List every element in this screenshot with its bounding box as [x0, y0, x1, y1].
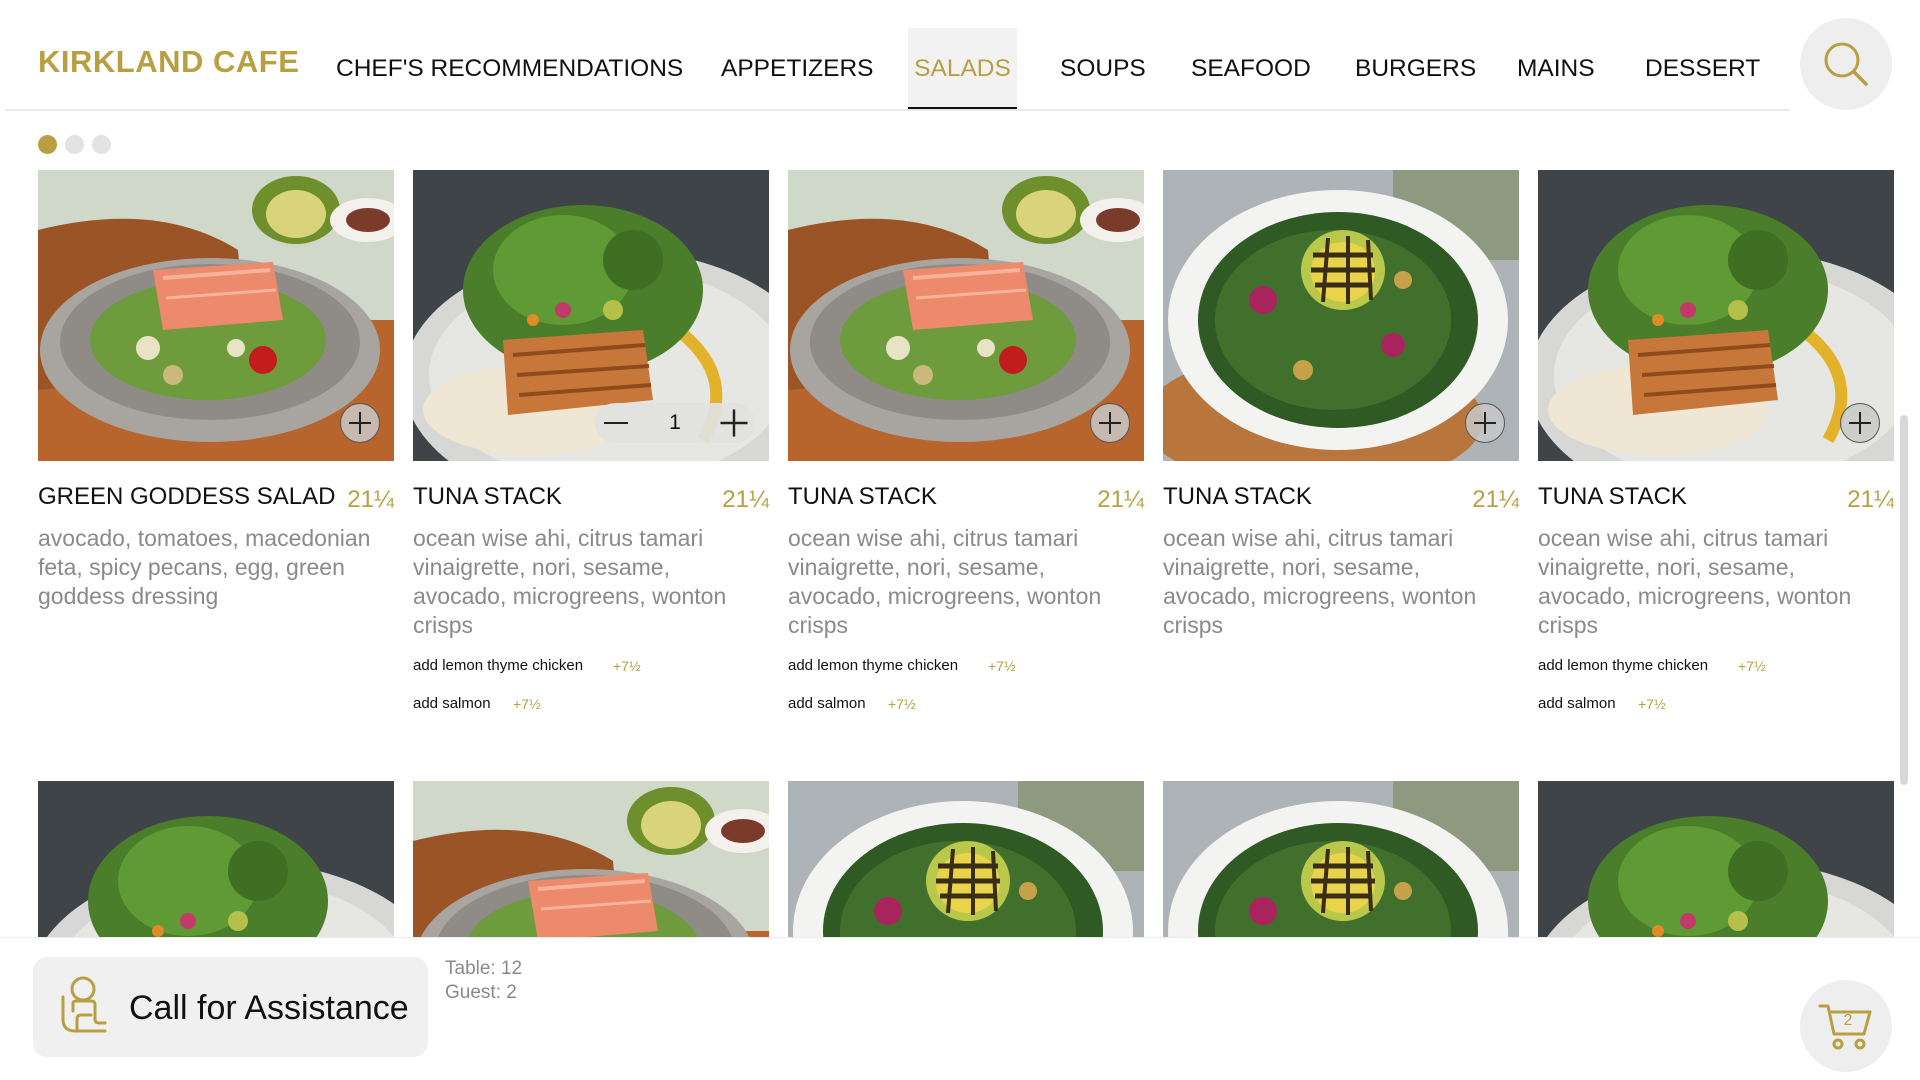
plus-icon — [1474, 412, 1496, 434]
kale-avocado-salad-image — [1163, 781, 1519, 938]
cart-button[interactable]: 2 — [1800, 980, 1892, 1072]
menu-item-photo — [788, 781, 1144, 938]
menu-item-card[interactable] — [38, 781, 394, 938]
menu-item-photo — [1163, 781, 1519, 938]
menu-item-card[interactable]: TUNA STACK 21¼ ocean wise ahi, citrus tama… — [788, 170, 1144, 730]
call-assistance-button[interactable]: Call for Assistance — [33, 957, 428, 1057]
addon-price: +7½ — [1738, 658, 1766, 674]
menu-item-photo — [1538, 781, 1894, 938]
plus-icon — [1099, 412, 1121, 434]
menu-item-card[interactable] — [788, 781, 1144, 938]
menu-item-price: 21¼ — [1472, 486, 1519, 513]
menu-item-description: ocean wise ahi, citrus tamari vinaigrett… — [788, 525, 1102, 638]
menu-item-price: 21¼ — [1847, 486, 1894, 513]
addon-option[interactable]: add lemon thyme chicken — [413, 657, 583, 674]
tab-burgers[interactable]: BURGERS — [1355, 28, 1476, 110]
menu-item-description: ocean wise ahi, citrus tamari vinaigrett… — [1163, 525, 1477, 638]
menu-item-card[interactable]: TUNA STACK 21¼ ocean wise ahi, citrus tama… — [1163, 170, 1519, 730]
menu-item-name: TUNA STACK — [1538, 483, 1687, 510]
tab-dessert[interactable]: DESSERT — [1645, 28, 1760, 110]
addon-option[interactable]: add salmon — [1538, 695, 1616, 712]
menu-item-description: ocean wise ahi, citrus tamari vinaigrett… — [1538, 525, 1852, 638]
menu-item-card[interactable]: TUNA STACK 21¼ ocean wise ahi, citrus tama… — [1538, 170, 1894, 730]
plus-icon — [349, 412, 371, 434]
table-info: Table: 12 Guest: 2 — [445, 957, 522, 1005]
add-to-cart-button[interactable] — [1090, 403, 1130, 443]
tab-mains[interactable]: MAINS — [1517, 28, 1595, 110]
menu-item-photo — [413, 781, 769, 938]
chicken-salad-image — [38, 781, 394, 938]
menu-item-description: ocean wise ahi, citrus tamari vinaigrett… — [413, 525, 727, 638]
menu-item-card[interactable] — [1538, 781, 1894, 938]
menu-item-name: TUNA STACK — [788, 483, 937, 510]
cart-count: 2 — [1843, 1012, 1853, 1029]
plus-icon — [1849, 412, 1871, 434]
add-to-cart-button[interactable] — [340, 403, 380, 443]
bottom-bar: Call for Assistance Table: 12 Guest: 2 2 — [0, 938, 1920, 1080]
scrollbar-thumb[interactable] — [1900, 415, 1908, 785]
menu-item-photo — [1538, 170, 1894, 461]
brand-logo: KIRKLAND CAFE — [38, 44, 300, 79]
decrease-button[interactable] — [600, 407, 632, 439]
menu-item-name: TUNA STACK — [413, 483, 562, 510]
top-bar: KIRKLAND CAFE CHEF'S RECOMMENDATIONS APPE… — [0, 0, 1920, 111]
menu-item-card[interactable]: 1 TUNA STACK 21¼ ocean wise ahi, citrus tam… — [413, 170, 769, 730]
menu-item-photo — [38, 781, 394, 938]
menu-item-card[interactable] — [1163, 781, 1519, 938]
addon-price: +7½ — [888, 696, 916, 712]
tab-seafood[interactable]: SEAFOOD — [1191, 28, 1311, 110]
addon-option[interactable]: add lemon thyme chicken — [1538, 657, 1708, 674]
tab-salads[interactable]: SALADS — [908, 28, 1017, 110]
call-assistance-label: Call for Assistance — [129, 989, 409, 1027]
menu-item-name: GREEN GODDESS SALAD — [38, 483, 336, 510]
carousel-dot[interactable] — [92, 135, 111, 154]
quantity-stepper[interactable]: 1 — [595, 403, 755, 443]
carousel-dot[interactable] — [65, 135, 84, 154]
menu-item-photo — [38, 170, 394, 461]
guest-count: Guest: 2 — [445, 982, 517, 1003]
menu-item-description: avocado, tomatoes, macedonian feta, spic… — [38, 525, 371, 609]
kale-avocado-salad-image — [788, 781, 1144, 938]
salmon-salad-image — [413, 781, 769, 938]
search-icon — [1824, 42, 1868, 86]
addon-price: +7½ — [1638, 696, 1666, 712]
carousel-dot[interactable] — [38, 135, 57, 154]
menu-item-card[interactable] — [413, 781, 769, 938]
table-number: Table: 12 — [445, 958, 523, 979]
search-button[interactable] — [1800, 18, 1892, 110]
person-assist-icon — [61, 976, 107, 1033]
add-to-cart-button[interactable] — [1840, 403, 1880, 443]
addon-price: +7½ — [988, 658, 1016, 674]
minus-icon — [604, 422, 628, 424]
addon-option[interactable]: add lemon thyme chicken — [788, 657, 958, 674]
menu-item-photo: 1 — [413, 170, 769, 461]
menu-item-price: 21¼ — [1097, 486, 1144, 513]
menu-item-photo — [788, 170, 1144, 461]
tab-chef-s-recommendations[interactable]: CHEF'S RECOMMENDATIONS — [336, 28, 683, 110]
addon-price: +7½ — [513, 696, 541, 712]
tab-soups[interactable]: SOUPS — [1060, 28, 1146, 110]
header-divider — [5, 109, 1790, 111]
addon-price: +7½ — [613, 658, 641, 674]
chicken-salad-image — [1538, 781, 1894, 938]
addon-option[interactable]: add salmon — [413, 695, 491, 712]
quantity-value: 1 — [669, 411, 681, 434]
plus-icon — [720, 409, 748, 437]
app-root: KIRKLAND CAFE CHEF'S RECOMMENDATIONS APPE… — [0, 0, 1920, 1080]
tab-appetizers[interactable]: APPETIZERS — [721, 28, 873, 110]
addon-option[interactable]: add salmon — [788, 695, 866, 712]
menu-item-name: TUNA STACK — [1163, 483, 1312, 510]
increase-button[interactable] — [718, 407, 750, 439]
menu-item-price: 21¼ — [347, 486, 394, 513]
menu-item-price: 21¼ — [722, 486, 769, 513]
menu-item-card[interactable]: GREEN GODDESS SALAD 21¼ avocado, tomatoes,… — [38, 170, 394, 730]
add-to-cart-button[interactable] — [1465, 403, 1505, 443]
menu-item-photo — [1163, 170, 1519, 461]
